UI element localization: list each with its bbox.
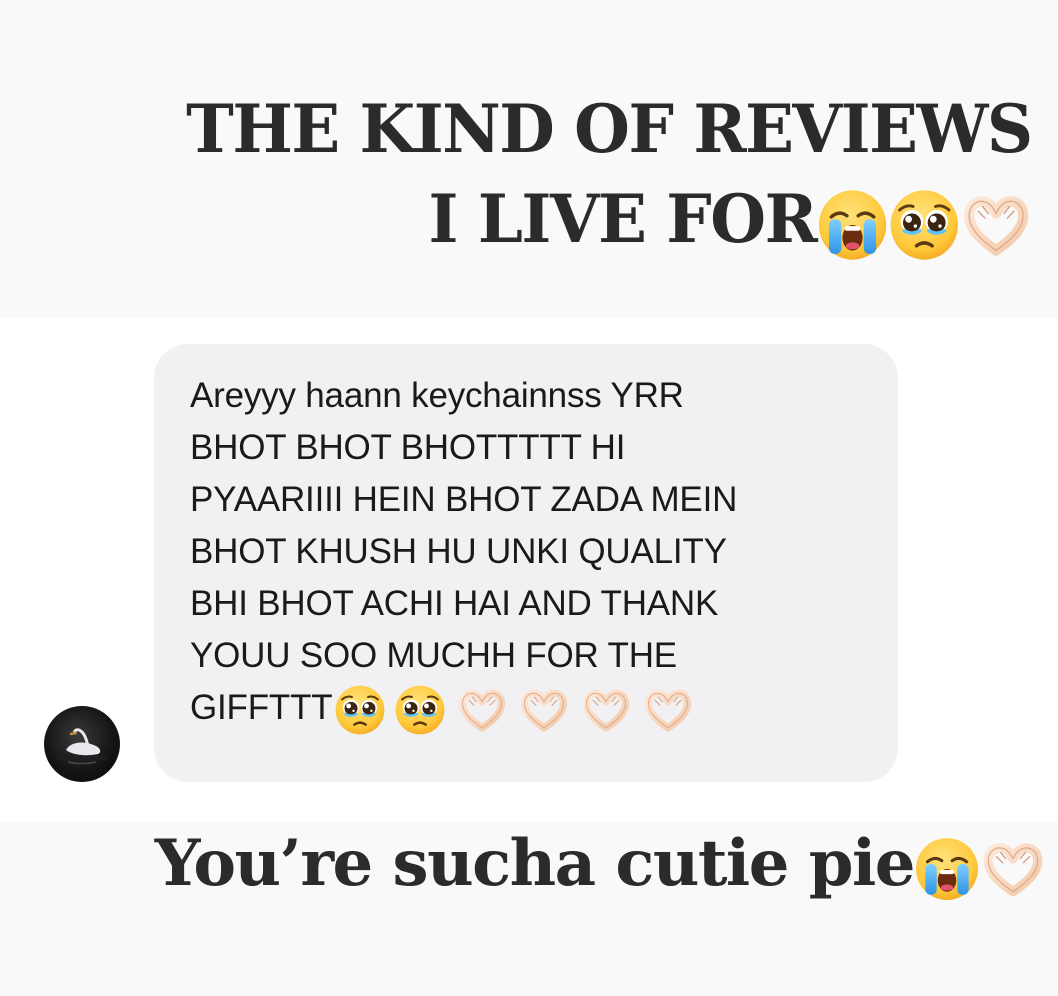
loudly-crying-face-icon <box>914 836 980 902</box>
message-line: GIFFTTT <box>190 688 333 727</box>
title-line-1: THE KIND OF REVIEWS <box>186 90 1033 168</box>
message-text: Areyyy haann keychainnss YRR BHOT BHOT B… <box>190 370 868 736</box>
message-line: BHOT KHUSH HU UNKI QUALITY <box>190 532 727 571</box>
heart-hands-icon <box>580 684 632 736</box>
footer-caption: You’re sucha cutie pie <box>155 824 1046 904</box>
swan-icon <box>56 728 108 765</box>
heart-hands-icon <box>642 684 694 736</box>
title-line-2: I LIVE FOR <box>186 174 1032 264</box>
heart-hands-icon <box>518 684 570 736</box>
heart-hands-icon <box>960 188 1032 262</box>
message-line: BHOT BHOT BHOTTTTT HI <box>190 428 626 467</box>
pleading-face-icon <box>888 188 960 262</box>
footer-caption-text: You’re sucha cutie pie <box>154 826 916 901</box>
page-title: THE KIND OF REVIEWS I LIVE FOR <box>186 84 1033 264</box>
pleading-face-icon <box>334 684 386 736</box>
pleading-face-icon <box>394 684 446 736</box>
message-bubble[interactable]: Areyyy haann keychainnss YRR BHOT BHOT B… <box>154 344 898 782</box>
avatar[interactable] <box>44 706 120 782</box>
heart-hands-icon <box>456 684 508 736</box>
title-line-2-text: I LIVE FOR <box>428 180 818 258</box>
message-line: Areyyy haann keychainnss YRR <box>190 376 684 415</box>
message-line: BHI BHOT ACHI HAI AND THANK <box>190 584 719 623</box>
loudly-crying-face-icon <box>817 188 889 262</box>
message-line: PYAARIIII HEIN BHOT ZADA MEIN <box>190 480 738 519</box>
message-line-last: GIFFTTT <box>190 682 868 736</box>
heart-hands-icon <box>980 836 1046 902</box>
message-line: YOUU SOO MUCHH FOR THE <box>190 636 677 675</box>
